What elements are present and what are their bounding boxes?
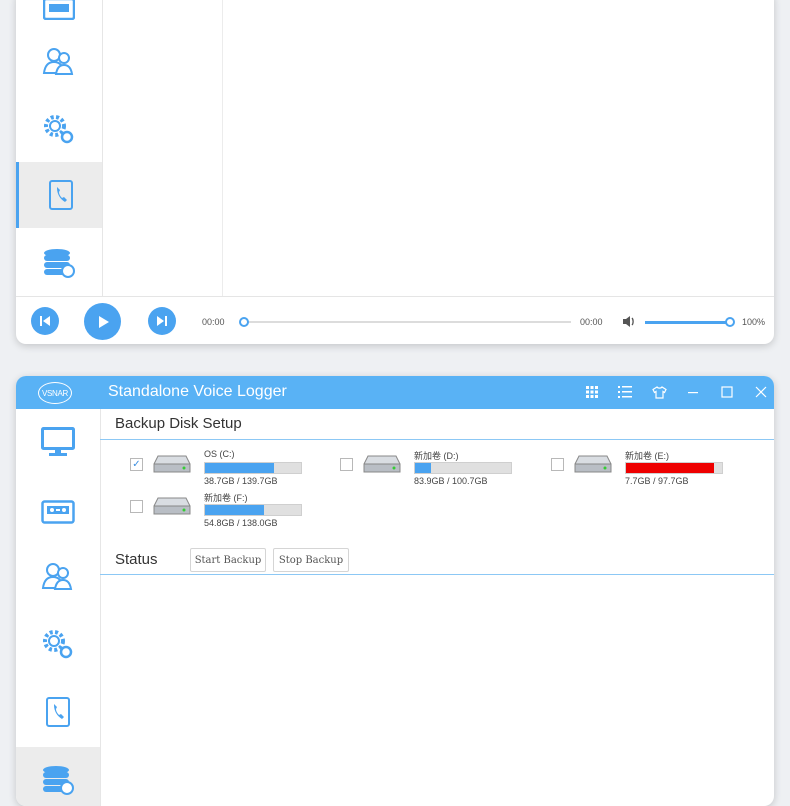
monitor-icon — [41, 427, 75, 456]
disk-item-f: 新加卷 (F:) 54.8GB / 138.0GB — [130, 492, 330, 532]
disk-size: 54.8GB / 138.0GB — [204, 518, 278, 528]
users-icon — [42, 48, 74, 75]
previous-button[interactable] — [31, 307, 59, 335]
maximize-icon[interactable] — [719, 384, 735, 400]
seek-handle[interactable] — [239, 317, 249, 327]
disk-item-e: 新加卷 (E:) 7.7GB / 97.7GB — [551, 450, 751, 490]
disk-checkbox[interactable] — [130, 500, 143, 513]
disk-checkbox[interactable]: ✓ — [130, 458, 143, 471]
disk-name: 新加卷 (E:) — [625, 451, 669, 461]
sidebar-item-users[interactable] — [16, 543, 100, 609]
list-panel — [102, 0, 223, 296]
disk-name: 新加卷 (F:) — [204, 493, 248, 503]
disk-item-c: ✓ OS (C:) 38.7GB / 139.7GB — [130, 449, 330, 490]
skip-forward-icon — [157, 316, 167, 326]
sidebar-item-recorder[interactable] — [16, 479, 100, 545]
grid-icon[interactable] — [584, 384, 600, 400]
volume-handle[interactable] — [725, 317, 735, 327]
disk-size: 38.7GB / 139.7GB — [204, 476, 278, 486]
sidebar-item-phonebook[interactable] — [16, 679, 100, 745]
database-icon — [43, 766, 74, 795]
play-button[interactable] — [84, 303, 121, 340]
disk-usage-bar — [204, 504, 302, 516]
sidebar-top — [16, 0, 103, 296]
recorder-icon — [43, 0, 75, 20]
start-backup-button[interactable]: Start Backup — [190, 548, 266, 572]
backup-section-title: Backup Disk Setup — [115, 415, 242, 432]
logger-window: VSNAR Standalone Voice Logger Backup Dis… — [16, 376, 774, 806]
player-window: 00:00 00:00 100% — [16, 0, 774, 344]
volume-level — [645, 321, 729, 324]
phonebook-icon — [46, 697, 70, 727]
gears-icon — [44, 115, 74, 144]
total-time: 00:00 — [580, 317, 603, 327]
volume-value: 100% — [742, 317, 766, 327]
disk-usage-bar — [204, 462, 302, 474]
next-button[interactable] — [148, 307, 176, 335]
sidebar-item-settings[interactable] — [16, 611, 100, 677]
list-icon[interactable] — [617, 384, 633, 400]
disk-usage-bar — [414, 462, 512, 474]
sidebar-item-backup[interactable] — [16, 230, 102, 296]
disk-checkbox[interactable] — [340, 458, 353, 471]
sidebar — [16, 409, 101, 806]
hard-drive-icon — [153, 497, 191, 515]
sidebar-item-backup[interactable] — [16, 747, 100, 806]
disk-size: 83.9GB / 100.7GB — [414, 476, 488, 486]
status-log-area — [100, 575, 774, 806]
skip-back-icon — [40, 316, 50, 326]
skin-shirt-icon[interactable] — [651, 384, 667, 400]
gears-icon — [43, 630, 73, 659]
hard-drive-icon — [363, 455, 401, 473]
users-icon — [41, 563, 73, 590]
current-time: 00:00 — [202, 317, 225, 327]
stop-backup-button[interactable]: Stop Backup — [273, 548, 349, 572]
audio-player: 00:00 00:00 100% — [16, 296, 774, 344]
section-divider — [100, 439, 774, 440]
phonebook-icon — [48, 180, 73, 210]
status-title: Status — [115, 551, 158, 568]
sidebar-item-settings[interactable] — [16, 96, 102, 162]
volume-icon[interactable] — [622, 315, 636, 328]
close-icon[interactable] — [753, 384, 769, 400]
database-icon — [44, 249, 75, 278]
disk-name: 新加卷 (D:) — [414, 451, 459, 461]
seek-track[interactable] — [241, 321, 571, 323]
app-logo: VSNAR — [38, 382, 72, 404]
title-bar: VSNAR Standalone Voice Logger — [16, 376, 774, 409]
sidebar-item-monitor[interactable] — [16, 409, 100, 475]
disk-checkbox[interactable] — [551, 458, 564, 471]
app-title: Standalone Voice Logger — [108, 383, 287, 400]
sidebar-item-users[interactable] — [16, 28, 102, 94]
disk-size: 7.7GB / 97.7GB — [625, 476, 689, 486]
sidebar-item-phonebook[interactable] — [16, 162, 102, 228]
disk-usage-bar — [625, 462, 723, 474]
disk-name: OS (C:) — [204, 449, 235, 459]
disk-item-d: 新加卷 (D:) 83.9GB / 100.7GB — [340, 450, 540, 490]
hard-drive-icon — [574, 455, 612, 473]
recorder-icon — [41, 500, 75, 524]
play-icon — [98, 315, 109, 328]
hard-drive-icon — [153, 455, 191, 473]
minimize-icon[interactable] — [685, 384, 701, 400]
